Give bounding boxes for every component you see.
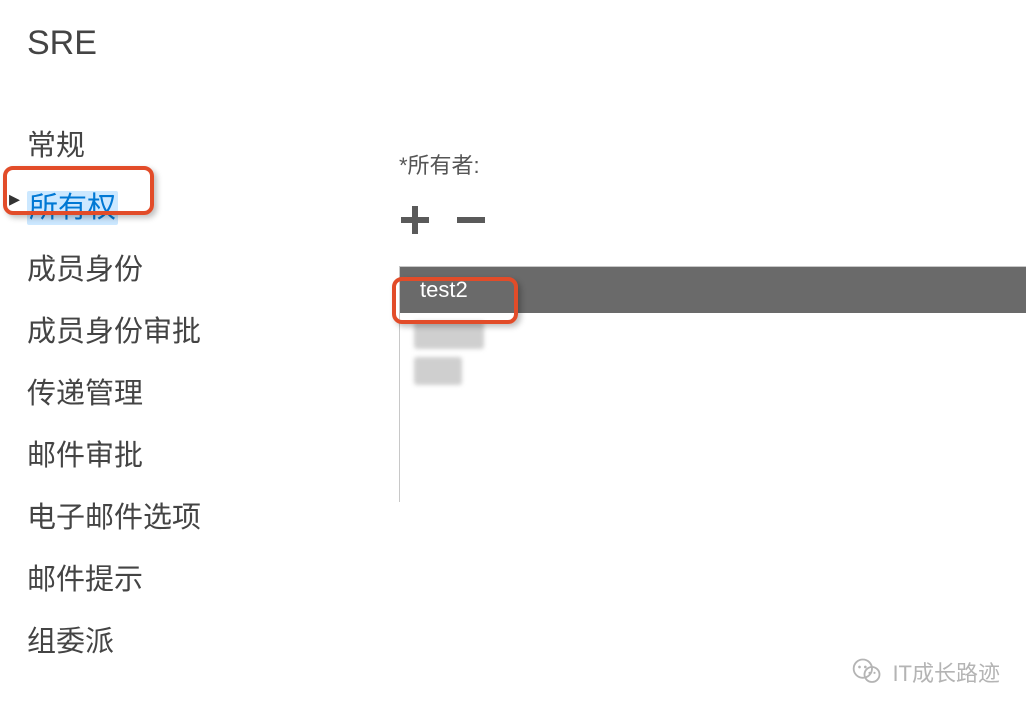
owners-listbox[interactable]: test2 bbox=[399, 266, 1026, 502]
remove-owner-button[interactable] bbox=[455, 204, 487, 236]
page-title: SRE bbox=[27, 24, 97, 63]
sidebar-item-label: 所有权 bbox=[27, 191, 118, 225]
owner-toolbar bbox=[399, 204, 1026, 236]
owner-name: test2 bbox=[420, 277, 468, 303]
plus-icon bbox=[399, 204, 431, 236]
sidebar-item-delivery-management[interactable]: 传递管理 bbox=[27, 360, 201, 422]
watermark: IT成长路迹 bbox=[852, 656, 1000, 688]
sidebar-item-membership-approval[interactable]: 成员身份审批 bbox=[27, 298, 201, 360]
owner-row-redacted[interactable] bbox=[400, 321, 1026, 349]
owner-row-selected[interactable]: test2 bbox=[400, 267, 1026, 313]
sidebar-item-mailtip[interactable]: 邮件提示 bbox=[27, 546, 201, 608]
add-owner-button[interactable] bbox=[399, 204, 431, 236]
minus-icon bbox=[455, 204, 487, 236]
owner-row-redacted[interactable] bbox=[400, 357, 1026, 385]
redacted-text bbox=[414, 357, 462, 385]
owner-field-label: *所有者: bbox=[399, 148, 1026, 180]
main-content: *所有者: test2 bbox=[399, 148, 1026, 502]
sidebar-item-message-approval[interactable]: 邮件审批 bbox=[27, 422, 201, 484]
sidebar-item-email-options[interactable]: 电子邮件选项 bbox=[27, 484, 201, 546]
sidebar-item-membership[interactable]: 成员身份 bbox=[27, 236, 201, 298]
sidebar: 常规 所有权 成员身份 成员身份审批 传递管理 邮件审批 电子邮件选项 邮件提示… bbox=[27, 112, 201, 670]
watermark-text: IT成长路迹 bbox=[892, 656, 1000, 688]
sidebar-item-general[interactable]: 常规 bbox=[27, 112, 201, 174]
sidebar-item-group-delegation[interactable]: 组委派 bbox=[27, 608, 201, 670]
wechat-icon bbox=[852, 657, 882, 687]
sidebar-item-ownership[interactable]: 所有权 bbox=[27, 174, 201, 236]
redacted-text bbox=[414, 321, 484, 349]
